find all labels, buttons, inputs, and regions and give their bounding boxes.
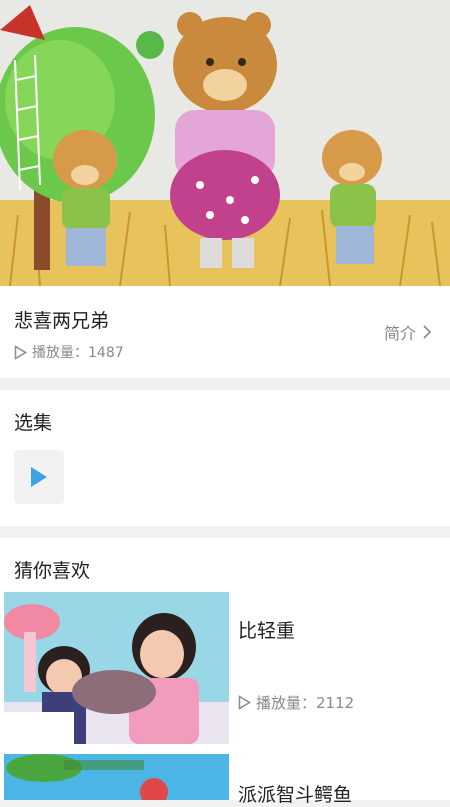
- recommendation-item[interactable]: 派派智斗鳄鱼: [0, 754, 450, 806]
- episodes-title: 选集: [14, 412, 53, 434]
- recommendations-title: 猜你喜欢: [14, 560, 91, 582]
- recommendation-title: 派派智斗鳄鱼: [238, 784, 353, 806]
- episode-play-button[interactable]: [14, 450, 64, 504]
- play-icon: [31, 467, 47, 487]
- recommendation-play-count: 播放量：2112: [238, 692, 354, 713]
- recommendation-play-count-label: 播放量：2112: [256, 694, 355, 712]
- play-count: 播放量：1487: [14, 342, 124, 362]
- video-title: 悲喜两兄弟: [14, 310, 110, 332]
- recommendation-title: 比轻重: [238, 620, 296, 642]
- recommendation-item[interactable]: 比轻重 播放量：2112: [0, 592, 450, 744]
- recommendation-thumbnail[interactable]: [4, 754, 229, 800]
- play-outline-icon: [14, 344, 27, 360]
- episodes-section: 选集: [0, 390, 450, 526]
- play-count-label: 播放量：1487: [32, 345, 124, 361]
- intro-label: 简介: [383, 324, 416, 343]
- play-outline-icon: [238, 695, 251, 710]
- intro-button[interactable]: 简介: [384, 320, 432, 344]
- video-info-card: 悲喜两兄弟 播放量：1487 简介: [0, 286, 450, 378]
- recommendation-thumbnail[interactable]: [4, 592, 229, 744]
- recommendations-section: 猜你喜欢 比轻重 播放量：2112 派派智斗鳄鱼: [0, 538, 450, 806]
- chevron-right-icon: [423, 325, 432, 339]
- video-cover-image[interactable]: [0, 0, 450, 286]
